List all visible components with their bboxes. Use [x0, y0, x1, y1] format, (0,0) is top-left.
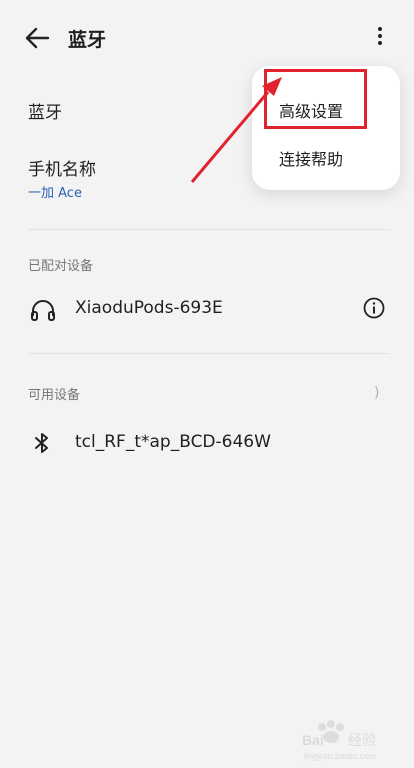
annotation-arrow: [190, 77, 282, 183]
svg-text:Bai: Bai: [302, 732, 324, 748]
baidu-jingyan-watermark: Bai 经验 jingyan.baidu.com: [300, 715, 410, 763]
svg-text:jingyan.baidu.com: jingyan.baidu.com: [303, 751, 377, 761]
svg-text:经验: 经验: [348, 733, 376, 749]
